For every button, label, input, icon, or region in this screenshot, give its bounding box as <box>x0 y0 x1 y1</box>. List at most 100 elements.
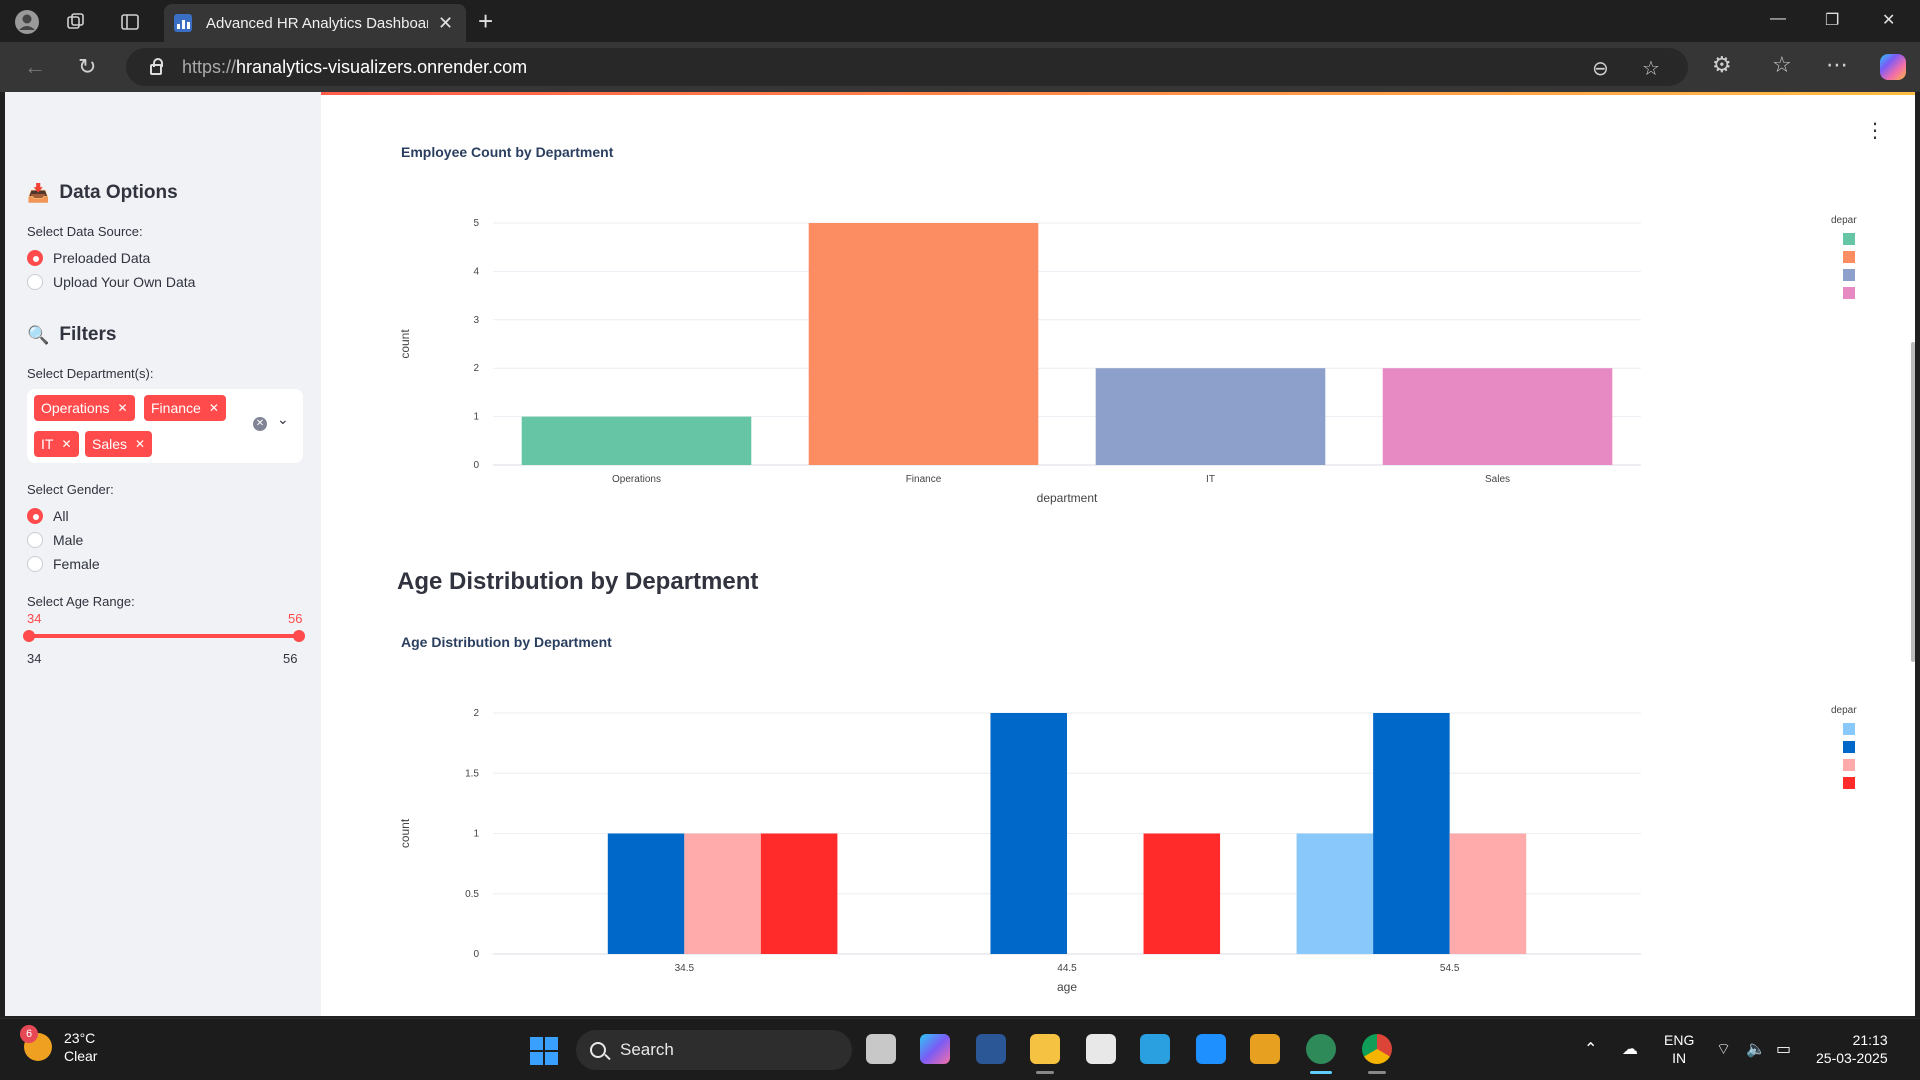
radio-gender-all[interactable]: All <box>27 508 69 524</box>
chip-finance[interactable]: Finance ✕ <box>144 395 226 421</box>
tab-actions-icon[interactable] <box>116 8 144 36</box>
restore-icon[interactable]: ❐ <box>1825 10 1839 30</box>
y-tick-label: 2 <box>473 708 479 719</box>
start-button-icon[interactable] <box>530 1037 558 1065</box>
age-min-label: 34 <box>27 651 42 666</box>
taskbar-search[interactable]: Search <box>576 1030 852 1070</box>
tab-title: Advanced HR Analytics Dashboard <box>206 14 428 32</box>
remote-desktop-icon[interactable] <box>1140 1034 1170 1064</box>
age-slider-track[interactable] <box>28 634 303 638</box>
legend-swatch <box>1843 741 1855 753</box>
language-indicator[interactable]: ENG IN <box>1664 1031 1694 1067</box>
y-tick-label: 3 <box>473 315 479 326</box>
chrome-icon[interactable] <box>1362 1034 1392 1064</box>
file-explorer-icon[interactable] <box>1030 1034 1060 1064</box>
close-window-icon[interactable]: ✕ <box>1882 10 1895 30</box>
favorite-star-icon[interactable]: ☆ <box>1642 56 1660 81</box>
radio-button[interactable] <box>27 250 43 266</box>
radio-button[interactable] <box>27 274 43 290</box>
legend-swatch <box>1843 723 1855 735</box>
refresh-icon[interactable]: ↻ <box>78 54 96 80</box>
word-icon[interactable] <box>976 1034 1006 1064</box>
x-tick-label: Operations <box>612 474 661 485</box>
employee-count-chart: Employee Count by Department 0 1 2 3 4 5 Operat… <box>397 132 1857 512</box>
chevron-down-icon[interactable]: ⌄ <box>277 411 289 428</box>
streamlit-app: 📥 Data Options Select Data Source: Prelo… <box>5 92 1915 1016</box>
clear-all-icon[interactable]: ✕ <box>253 417 267 431</box>
y-tick-label: 1 <box>473 829 479 840</box>
radio-preloaded-data[interactable]: Preloaded Data <box>27 250 150 266</box>
age-slider-high-handle[interactable] <box>293 630 305 642</box>
bar-sales-44.5 <box>1143 833 1221 954</box>
department-label: Select Department(s): <box>27 366 154 381</box>
x-tick-label: IT <box>1206 474 1215 485</box>
y-tick-label: 2 <box>473 363 479 374</box>
copilot-icon[interactable] <box>1880 54 1906 80</box>
minimize-icon[interactable]: — <box>1770 10 1786 28</box>
bar-operations-54.5 <box>1296 833 1374 954</box>
favorites-icon[interactable]: ☆ <box>1772 52 1792 78</box>
profile-icon[interactable] <box>13 8 41 36</box>
chip-remove-icon[interactable]: ✕ <box>209 401 219 415</box>
radio-gender-male[interactable]: Male <box>27 532 83 548</box>
chart-title: Age Distribution by Department <box>401 634 612 650</box>
radio-gender-female[interactable]: Female <box>27 556 100 572</box>
onedrive-icon[interactable]: ☁ <box>1622 1039 1638 1059</box>
bar-finance-44.5 <box>990 713 1067 954</box>
main-content: ⋮ Employee Count by Department 0 1 2 3 4 5 Oper… <box>321 92 1915 1016</box>
legend-swatch <box>1843 759 1855 771</box>
zoom-out-icon[interactable]: ⊖ <box>1592 56 1609 81</box>
running-indicator <box>1368 1071 1386 1074</box>
back-arrow-icon[interactable]: ← <box>24 54 46 80</box>
volume-icon[interactable]: 🔈 <box>1746 1039 1766 1059</box>
legend-swatch <box>1843 233 1855 245</box>
clock[interactable]: 21:13 25-03-2025 <box>1816 1031 1888 1067</box>
age-slider-low-handle[interactable] <box>23 630 35 642</box>
chip-remove-icon[interactable]: ✕ <box>61 437 71 451</box>
weather-widget[interactable]: 6 23°C Clear <box>20 1025 97 1065</box>
filters-heading: 🔍 Filters <box>27 324 117 345</box>
active-tab[interactable]: Advanced HR Analytics Dashboard ✕ <box>164 4 466 42</box>
chip-it[interactable]: IT ✕ <box>34 431 79 457</box>
department-multiselect[interactable]: Operations ✕ Finance ✕ IT ✕ Sales ✕ ✕ ⌄ <box>27 389 303 463</box>
bar-finance-34.5 <box>607 833 685 954</box>
weather-badge: 6 <box>20 1025 38 1043</box>
bar-finance <box>808 223 1039 465</box>
chip-remove-icon[interactable]: ✕ <box>117 401 127 415</box>
app-menu-icon[interactable]: ⋮ <box>1865 118 1885 143</box>
medal-app-icon[interactable] <box>1250 1034 1280 1064</box>
url-field[interactable]: https://hranalytics-visualizers.onrender… <box>126 48 1688 86</box>
chip-operations[interactable]: Operations ✕ <box>34 395 135 421</box>
copilot-app-icon[interactable] <box>920 1034 950 1064</box>
y-tick-label: 4 <box>473 266 479 277</box>
todo-icon[interactable] <box>1196 1034 1226 1064</box>
legend-swatch <box>1843 287 1855 299</box>
wifi-icon[interactable]: ⌔ <box>1716 1039 1731 1059</box>
radio-button[interactable] <box>27 532 43 548</box>
edge-browser-icon[interactable] <box>1306 1034 1336 1064</box>
bar-operations <box>521 416 752 465</box>
tray-chevron-up-icon[interactable]: ⌃ <box>1584 1039 1597 1059</box>
store-icon[interactable] <box>1086 1034 1116 1064</box>
task-view-icon[interactable] <box>866 1034 896 1064</box>
main-scrollbar[interactable] <box>1911 342 1915 662</box>
new-tab-icon[interactable]: + <box>478 6 493 36</box>
more-menu-icon[interactable]: ⋯ <box>1826 52 1848 78</box>
x-tick-label: 34.5 <box>675 963 695 974</box>
age-max-label: 56 <box>283 651 298 666</box>
battery-icon[interactable]: ▭ <box>1776 1039 1791 1059</box>
radio-button[interactable] <box>27 508 43 524</box>
radio-upload-data[interactable]: Upload Your Own Data <box>27 274 195 290</box>
bar-it-54.5 <box>1449 833 1527 954</box>
radio-button[interactable] <box>27 556 43 572</box>
sidebar: 📥 Data Options Select Data Source: Prelo… <box>5 92 321 1016</box>
tab-close-icon[interactable]: ✕ <box>438 13 453 34</box>
url-text: https://hranalytics-visualizers.onrender… <box>182 56 528 77</box>
extensions-icon[interactable]: ⚙ <box>1712 52 1732 78</box>
workspaces-icon[interactable] <box>62 8 90 36</box>
weather-moon-icon: 6 <box>20 1025 52 1061</box>
chip-remove-icon[interactable]: ✕ <box>135 437 145 451</box>
bar-sales <box>1382 368 1613 465</box>
chip-sales[interactable]: Sales ✕ <box>85 431 153 457</box>
x-axis-label: department <box>1037 491 1098 505</box>
